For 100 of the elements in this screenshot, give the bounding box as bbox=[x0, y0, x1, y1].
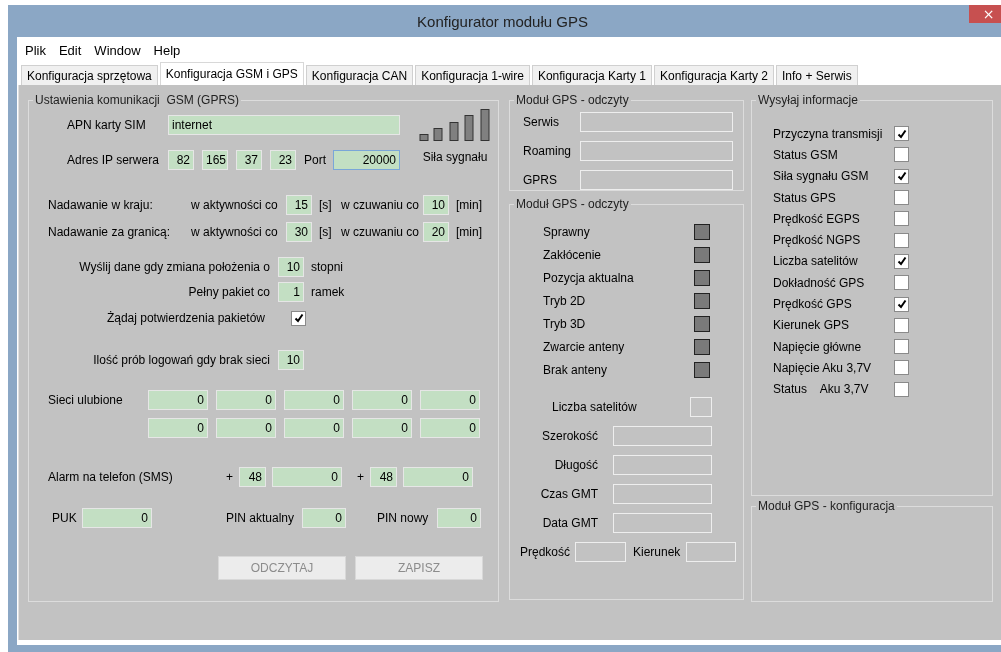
field-label: PIN aktualny bbox=[226, 511, 296, 525]
group-title: Ustawienia komunikacji GSM (GPRS) bbox=[34, 93, 241, 107]
checkbox-label: Prędkość GPS bbox=[772, 297, 853, 311]
input-field[interactable]: 10 bbox=[278, 350, 304, 370]
input-field[interactable]: 10 bbox=[278, 257, 304, 277]
plus-label: + bbox=[226, 470, 234, 484]
input-field[interactable]: 15 bbox=[286, 195, 312, 215]
checkbox[interactable] bbox=[894, 168, 909, 184]
input-field[interactable]: 0 bbox=[403, 467, 473, 487]
checkbox[interactable] bbox=[894, 317, 909, 333]
field-label: Roaming bbox=[522, 144, 573, 158]
checkbox[interactable] bbox=[894, 126, 909, 142]
tab[interactable]: Konfiguracja sprzętowa bbox=[21, 65, 158, 85]
field-label: Ilość prób logowań gdy brak sieci bbox=[92, 353, 271, 367]
checkbox[interactable] bbox=[894, 339, 909, 355]
checkbox-label: Napięcie Aku 3,7V bbox=[772, 360, 873, 375]
input-field[interactable]: 0 bbox=[272, 467, 342, 487]
input-field[interactable]: 0 bbox=[216, 418, 276, 438]
close-button[interactable]: × bbox=[969, 5, 1001, 23]
indicator-label: Brak anteny bbox=[542, 363, 609, 377]
indicator-label: Pozycja aktualna bbox=[542, 271, 635, 285]
input-field[interactable]: 30 bbox=[286, 222, 312, 242]
menu-item[interactable]: Window bbox=[94, 42, 141, 58]
checkbox-label: Status Aku 3,7V bbox=[772, 382, 870, 397]
tab[interactable]: Info + Serwis bbox=[776, 65, 858, 85]
input-field[interactable] bbox=[580, 170, 733, 190]
group-title: Wysyłaj informacje bbox=[757, 93, 859, 107]
checkbox[interactable] bbox=[894, 253, 909, 269]
tab[interactable]: Konfiguracja Karty 1 bbox=[531, 65, 652, 85]
checkbox[interactable] bbox=[894, 296, 909, 312]
input-field[interactable] bbox=[613, 484, 712, 504]
checkbox-label: Dokładność GPS bbox=[772, 275, 866, 290]
checkbox[interactable] bbox=[291, 310, 306, 326]
unit-label: ramek bbox=[311, 285, 345, 299]
checkbox[interactable] bbox=[894, 211, 909, 227]
indicator-label: Tryb 2D bbox=[542, 294, 587, 308]
input-field[interactable]: 1 bbox=[278, 282, 304, 302]
input-field[interactable]: 0 bbox=[352, 418, 412, 438]
group-title: Moduł GPS - odczyty bbox=[515, 93, 630, 107]
input-field[interactable]: 0 bbox=[148, 390, 208, 410]
input-field[interactable]: 0 bbox=[82, 508, 152, 528]
field-label: w aktywności co bbox=[191, 225, 279, 239]
input-field[interactable]: 0 bbox=[352, 390, 412, 410]
input-field[interactable] bbox=[690, 397, 712, 417]
field-label: Wyślij dane gdy zmiana położenia o bbox=[78, 260, 271, 274]
input-field[interactable]: 0 bbox=[420, 390, 480, 410]
checkbox[interactable] bbox=[894, 147, 909, 163]
checkbox[interactable] bbox=[894, 360, 909, 376]
tab[interactable]: Konfiguracja 1-wire bbox=[415, 65, 530, 85]
input-field[interactable]: 0 bbox=[284, 390, 344, 410]
tab[interactable]: Konfiguracja CAN bbox=[305, 65, 414, 85]
checkbox[interactable] bbox=[894, 190, 909, 206]
input-field[interactable]: 0 bbox=[420, 418, 480, 438]
unit-label: [min] bbox=[456, 225, 482, 239]
field-label: Długość bbox=[553, 458, 599, 472]
checkbox-label: Prędkość EGPS bbox=[772, 211, 861, 226]
field-label: Liczba satelitów bbox=[551, 400, 638, 414]
checkbox-label: Napięcie główne bbox=[772, 339, 863, 354]
field-label: Serwis bbox=[522, 115, 560, 129]
input-field[interactable]: 20000 bbox=[333, 150, 400, 170]
input-field[interactable]: 48 bbox=[370, 467, 397, 487]
input-field[interactable]: 20 bbox=[423, 222, 449, 242]
input-field[interactable]: 0 bbox=[148, 418, 208, 438]
checkbox-label: Kierunek GPS bbox=[772, 318, 851, 333]
indicator-label: Zakłócenie bbox=[542, 248, 603, 262]
input-field[interactable]: 82 bbox=[168, 150, 194, 170]
field-label: Pełny pakiet co bbox=[187, 285, 271, 299]
input-field[interactable]: 10 bbox=[423, 195, 449, 215]
plus-label: + bbox=[357, 470, 365, 484]
input-field[interactable] bbox=[613, 455, 712, 475]
unit-label: [min] bbox=[456, 198, 482, 212]
input-field[interactable]: internet bbox=[168, 115, 400, 135]
input-field[interactable]: 23 bbox=[270, 150, 296, 170]
checkbox-label: Status GSM bbox=[772, 147, 839, 162]
checkbox[interactable] bbox=[894, 275, 909, 291]
input-field[interactable]: 0 bbox=[284, 418, 344, 438]
input-field[interactable] bbox=[575, 542, 626, 562]
menu-item[interactable]: Help bbox=[153, 42, 181, 58]
checkbox-label: Prędkość NGPS bbox=[772, 233, 862, 248]
input-field[interactable]: 165 bbox=[202, 150, 228, 170]
input-field[interactable] bbox=[613, 513, 712, 533]
input-field[interactable]: 0 bbox=[216, 390, 276, 410]
field-label: Data GMT bbox=[541, 516, 599, 530]
input-field[interactable] bbox=[613, 426, 712, 446]
input-field[interactable] bbox=[580, 141, 733, 161]
checkbox[interactable] bbox=[894, 232, 909, 248]
input-field[interactable]: 0 bbox=[437, 508, 481, 528]
input-field[interactable] bbox=[686, 542, 736, 562]
menu-item[interactable]: Plik bbox=[25, 42, 46, 58]
checkbox-label: Przyczyna transmisji bbox=[772, 126, 884, 141]
tab[interactable]: Konfiguracja Karty 2 bbox=[653, 65, 775, 85]
checkbox-label: Liczba satelitów bbox=[772, 254, 859, 269]
tab[interactable]: Konfiguracja GSM i GPS bbox=[159, 62, 304, 85]
input-field[interactable] bbox=[580, 112, 733, 132]
checkbox[interactable] bbox=[894, 381, 909, 397]
indicator-label: Sprawny bbox=[542, 225, 591, 239]
input-field[interactable]: 0 bbox=[302, 508, 346, 528]
input-field[interactable]: 37 bbox=[236, 150, 262, 170]
input-field[interactable]: 48 bbox=[239, 467, 266, 487]
menu-item[interactable]: Edit bbox=[58, 42, 82, 58]
